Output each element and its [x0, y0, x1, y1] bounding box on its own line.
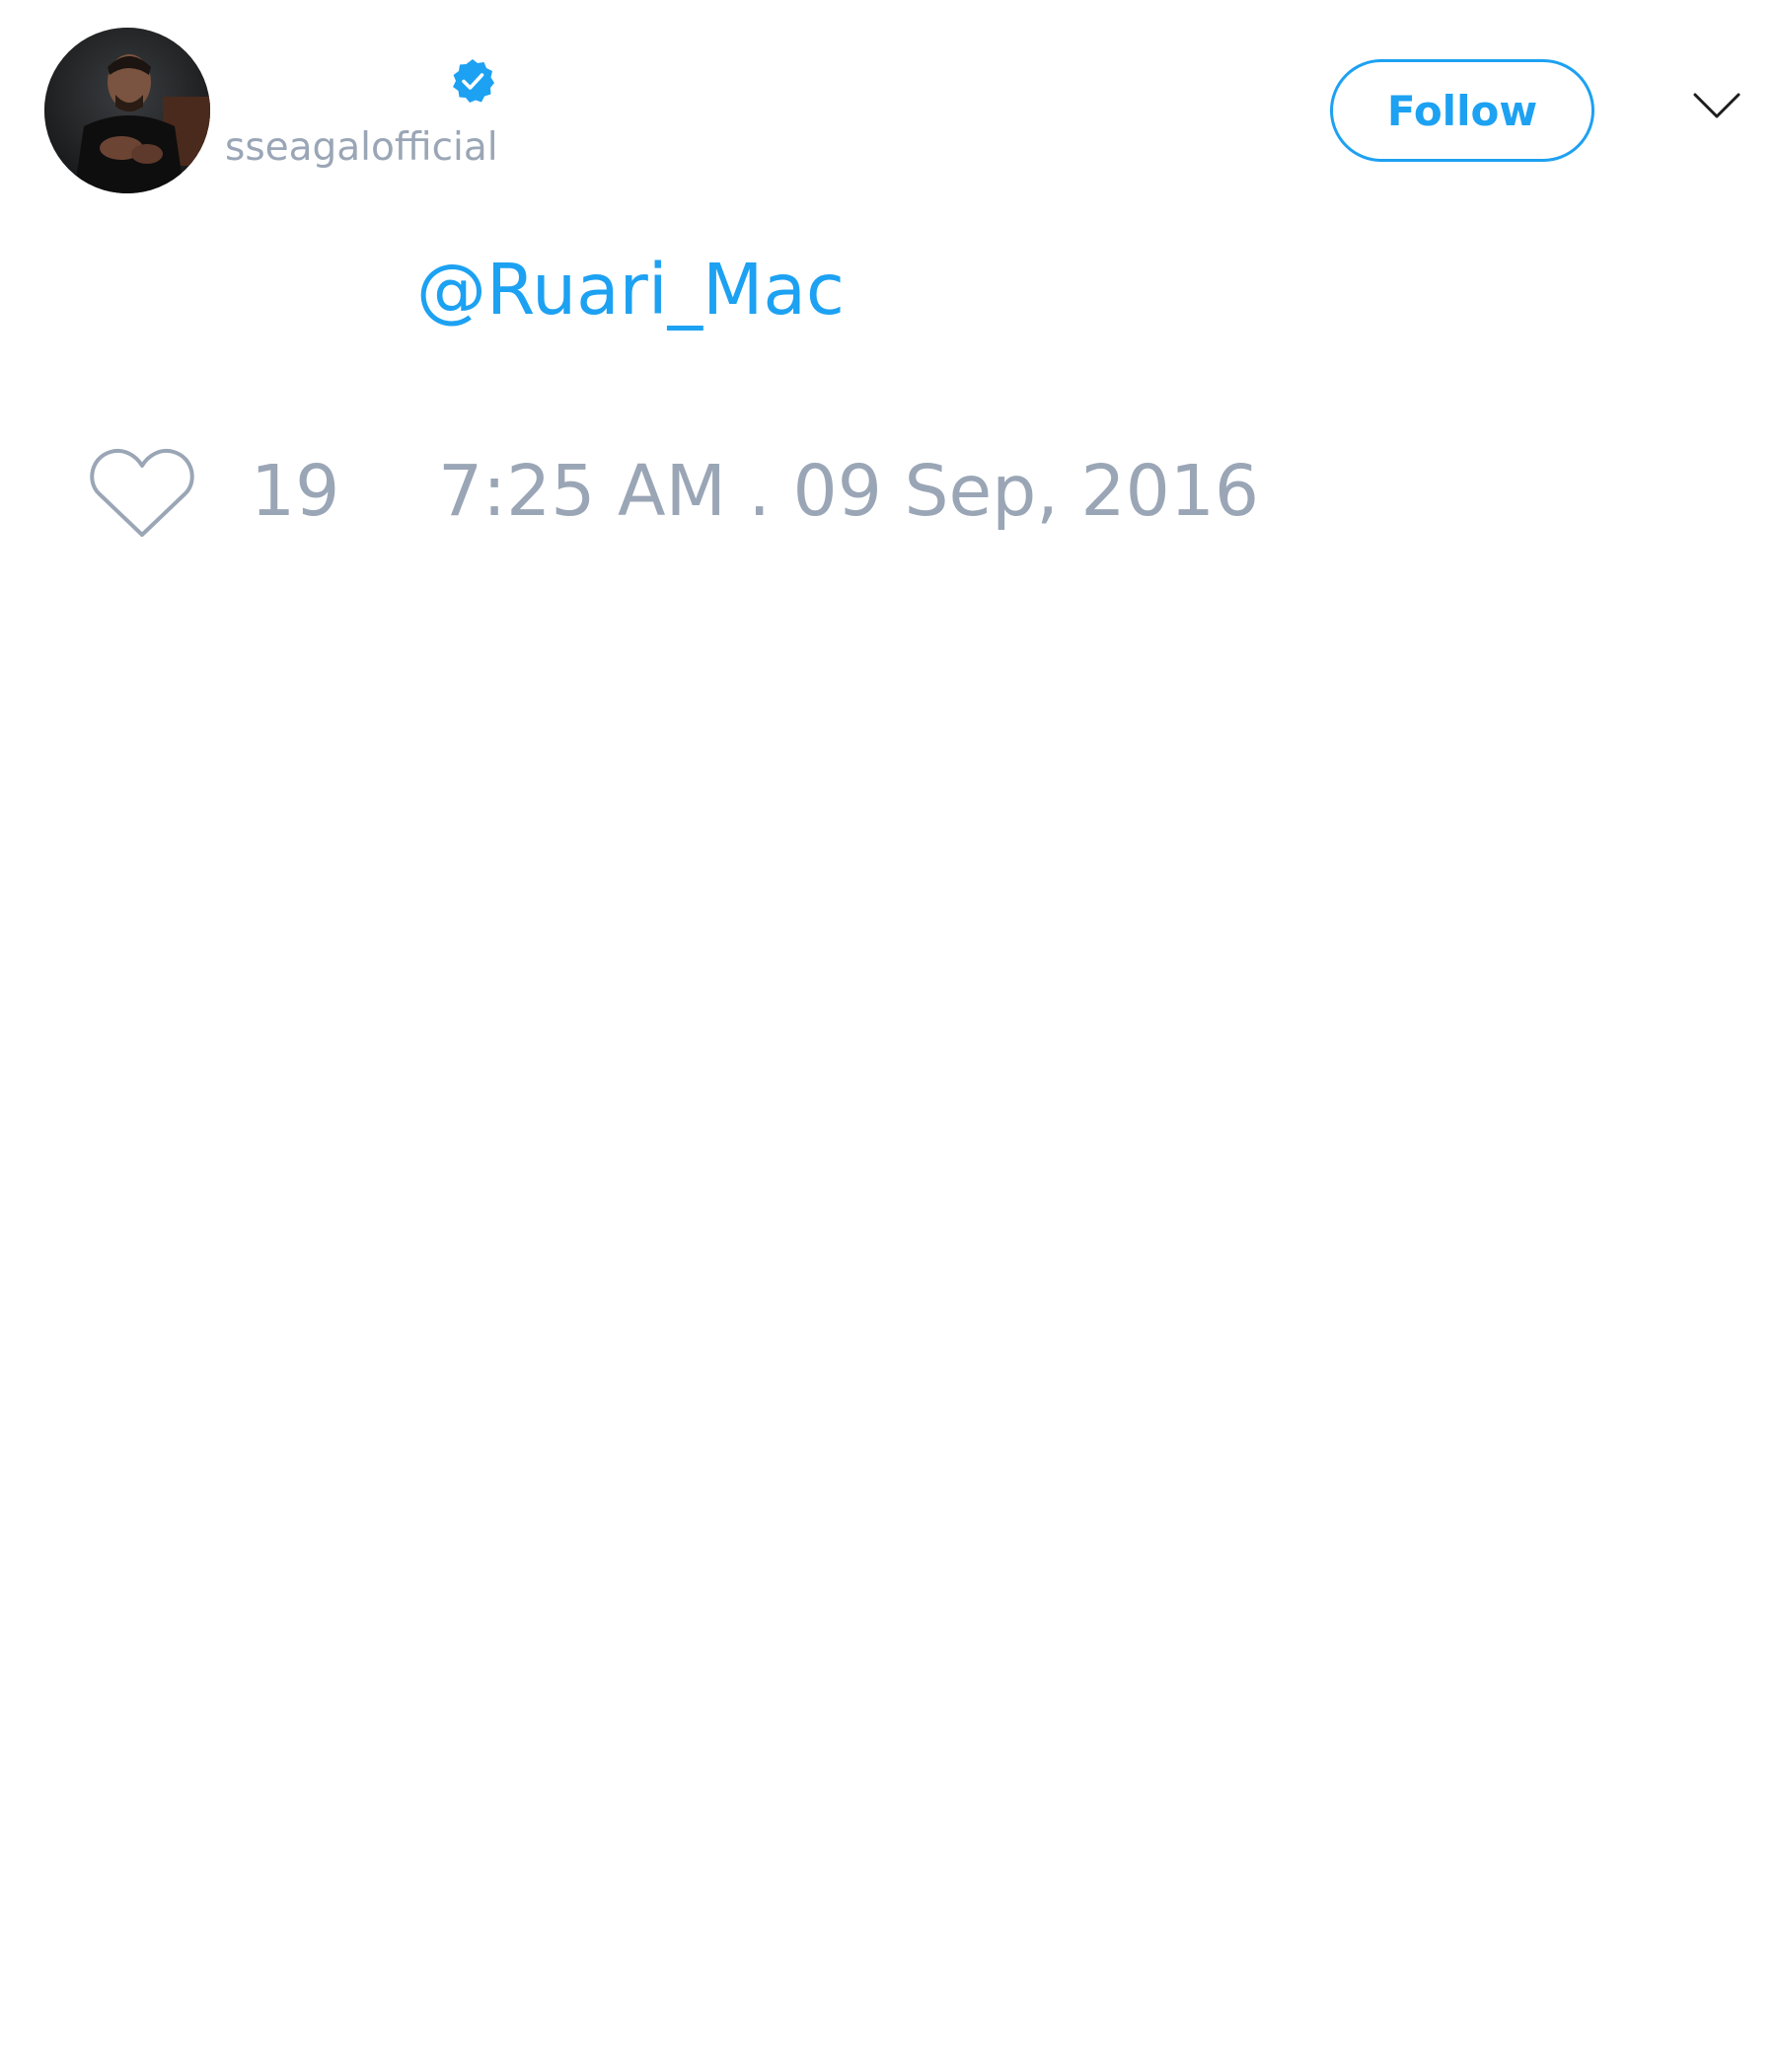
tweet-mention-link[interactable]: @Ruari_Mac [416, 249, 845, 332]
tweet-timestamp[interactable]: 7:25 AM . 09 Sep, 2016 [438, 450, 1259, 533]
verified-badge-icon [453, 59, 494, 103]
avatar[interactable] [44, 28, 210, 193]
heart-icon[interactable] [89, 446, 195, 541]
avatar-image [44, 28, 210, 193]
author-handle[interactable]: sseagalofficial [225, 124, 498, 172]
like-count: 19 [251, 450, 340, 532]
chevron-down-icon[interactable] [1692, 91, 1741, 120]
follow-button[interactable]: Follow [1330, 59, 1594, 162]
